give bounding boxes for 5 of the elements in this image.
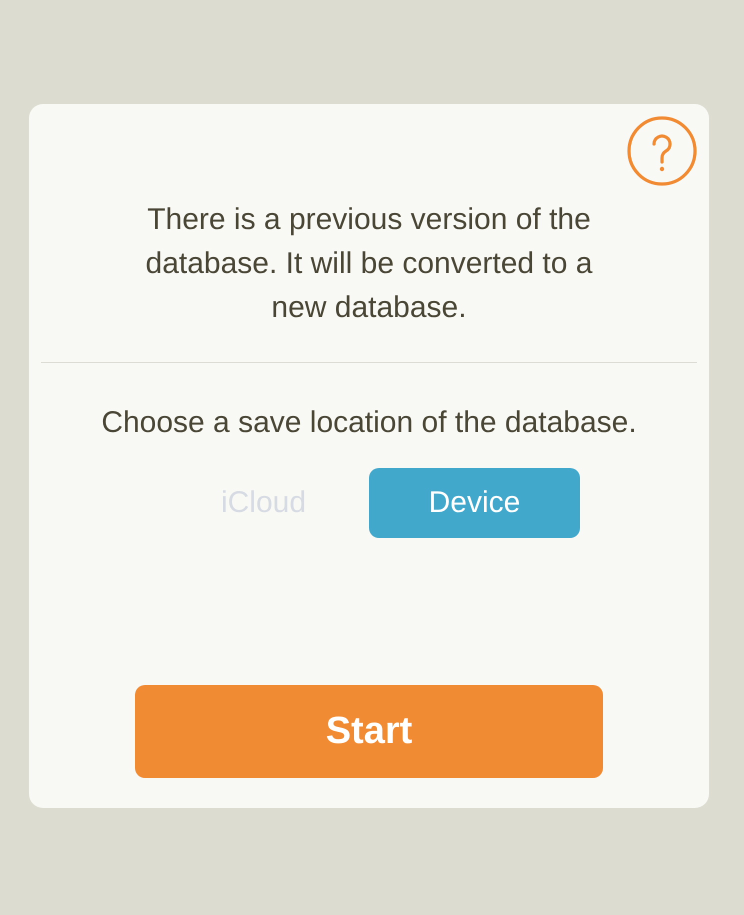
save-location-prompt: Choose a save location of the database. — [101, 405, 637, 441]
conversion-message: There is a previous version of the database. It will be converted to a new database. — [144, 202, 594, 326]
start-button[interactable]: Start — [135, 685, 603, 778]
location-option[interactable]: Device — [369, 468, 580, 538]
help-icon[interactable] — [627, 116, 697, 186]
